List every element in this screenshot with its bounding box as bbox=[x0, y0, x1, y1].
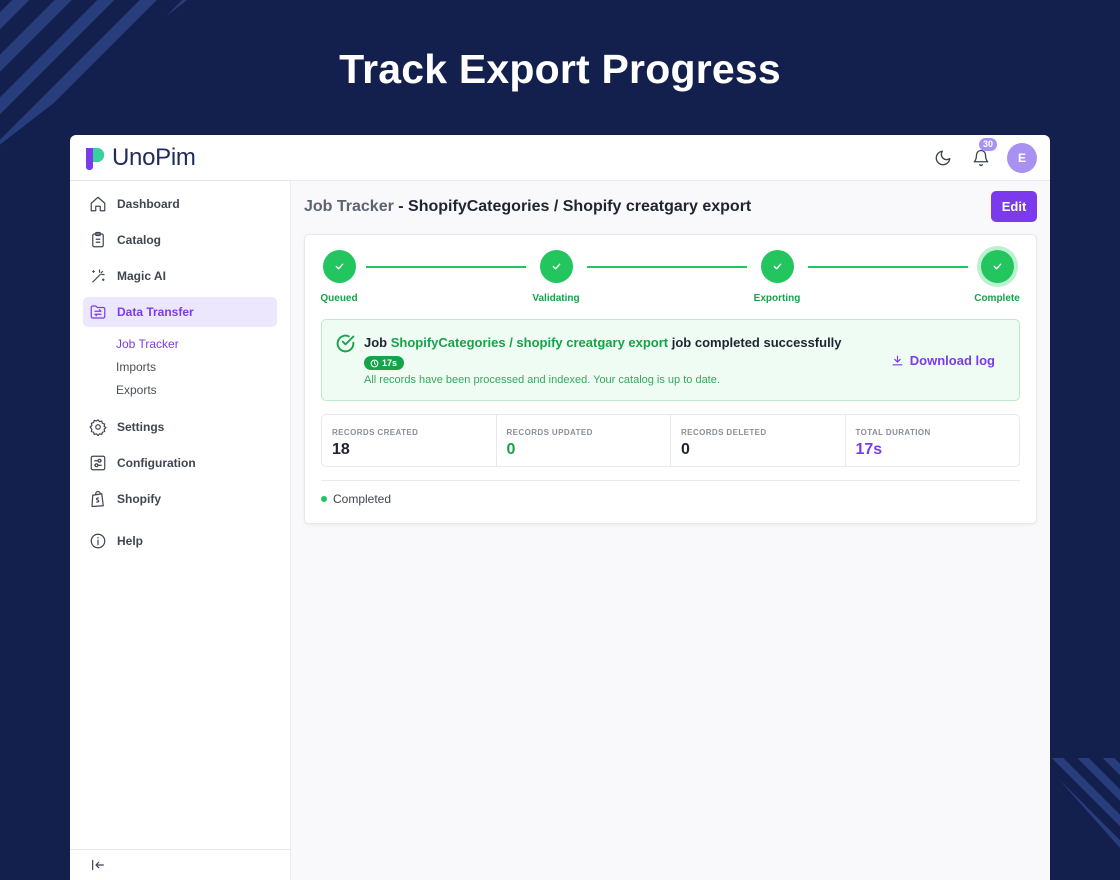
stat-value: 0 bbox=[681, 441, 690, 458]
step-connector bbox=[808, 266, 968, 268]
status-label: Completed bbox=[333, 492, 392, 506]
job-card: Queued Validating Exporting Complete Job… bbox=[304, 234, 1037, 524]
folder-transfer-icon bbox=[90, 305, 106, 319]
sidebar-subitem-imports[interactable]: Imports bbox=[116, 356, 290, 379]
sidebar-item-label: Configuration bbox=[117, 456, 196, 470]
status-dot-icon bbox=[321, 496, 327, 502]
dark-mode-toggle[interactable] bbox=[931, 146, 955, 170]
stat-records-updated: RECORDS UPDATED 0 bbox=[497, 415, 671, 466]
stat-total-duration: TOTAL DURATION 17s bbox=[846, 415, 1020, 466]
collapse-sidebar-icon[interactable] bbox=[90, 857, 106, 873]
notifications-button[interactable]: 30 bbox=[969, 138, 998, 170]
page-title-prefix: Job Tracker bbox=[304, 198, 394, 215]
home-icon bbox=[90, 196, 106, 212]
sidebar-item-label: Dashboard bbox=[117, 197, 180, 211]
decorative-stripes-bottom-right bbox=[1040, 758, 1120, 848]
step-complete: Complete bbox=[967, 250, 1027, 304]
sidebar-item-settings[interactable]: Settings bbox=[83, 412, 277, 442]
stat-records-deleted: RECORDS DELETED 0 bbox=[671, 415, 846, 466]
page-title-separator: - bbox=[393, 198, 409, 215]
step-label: Exporting bbox=[753, 293, 801, 304]
gear-icon bbox=[89, 419, 107, 436]
step-label: Queued bbox=[320, 293, 358, 304]
stat-value: 17s bbox=[855, 441, 883, 458]
sidebar-item-catalog[interactable]: Catalog bbox=[83, 225, 277, 255]
stat-label: RECORDS CREATED bbox=[332, 428, 419, 437]
sidebar: Dashboard Catalog Magic AI Data Transfer… bbox=[70, 181, 291, 880]
sidebar-item-label: Magic AI bbox=[117, 269, 166, 283]
sidebar-subitem-job-tracker[interactable]: Job Tracker bbox=[116, 333, 290, 356]
stat-label: RECORDS UPDATED bbox=[506, 428, 593, 437]
sidebar-item-help[interactable]: Help bbox=[83, 526, 277, 556]
top-bar: UnoPim 30 E bbox=[70, 135, 1050, 181]
sidebar-item-data-transfer[interactable]: Data Transfer bbox=[83, 297, 277, 327]
sidebar-footer bbox=[70, 849, 290, 880]
logo-mark-icon bbox=[83, 145, 108, 170]
sidebar-item-dashboard[interactable]: Dashboard bbox=[83, 189, 277, 219]
step-queued: Queued bbox=[309, 250, 369, 304]
stat-label: TOTAL DURATION bbox=[855, 428, 931, 437]
success-subtext: All records have been processed and inde… bbox=[364, 374, 720, 386]
page-header: Job Tracker - ShopifyCategories / Shopif… bbox=[304, 191, 1037, 223]
stat-value: 18 bbox=[332, 441, 350, 458]
notification-count-badge: 30 bbox=[979, 138, 998, 151]
stat-value: 0 bbox=[506, 441, 516, 458]
user-avatar[interactable]: E bbox=[1007, 143, 1037, 173]
stats-row: RECORDS CREATED 18 RECORDS UPDATED 0 REC… bbox=[321, 414, 1020, 467]
divider bbox=[321, 480, 1020, 481]
check-icon bbox=[335, 263, 343, 270]
sidebar-item-label: Data Transfer bbox=[117, 305, 194, 319]
info-icon bbox=[90, 533, 106, 549]
sliders-icon bbox=[90, 455, 106, 471]
step-exporting: Exporting bbox=[747, 250, 807, 304]
sidebar-item-shopify[interactable]: Shopify bbox=[83, 484, 277, 514]
check-icon bbox=[773, 263, 781, 270]
page-title: Job Tracker - ShopifyCategories / Shopif… bbox=[304, 198, 751, 216]
bell-icon bbox=[973, 149, 989, 167]
success-alert: Job ShopifyCategories / shopify creatgar… bbox=[321, 319, 1020, 401]
hero-title: Track Export Progress bbox=[339, 46, 781, 92]
sidebar-subitem-exports[interactable]: Exports bbox=[116, 379, 290, 402]
success-prefix: Job bbox=[364, 335, 391, 350]
sidebar-item-label: Help bbox=[117, 534, 144, 548]
clipboard-icon bbox=[92, 231, 104, 248]
success-suffix: job completed successfully bbox=[668, 335, 842, 350]
step-label: Complete bbox=[974, 293, 1020, 304]
job-status: Completed bbox=[321, 492, 391, 506]
check-icon bbox=[552, 263, 560, 270]
edit-button[interactable]: Edit bbox=[991, 191, 1037, 222]
app-window: UnoPim 30 E Dashboard Catalog Magic AI D… bbox=[70, 135, 1050, 880]
step-connector bbox=[587, 266, 747, 268]
success-job-name: ShopifyCategories / shopify creatgary ex… bbox=[390, 335, 669, 350]
sidebar-item-configuration[interactable]: Configuration bbox=[83, 448, 277, 478]
stat-records-created: RECORDS CREATED 18 bbox=[322, 415, 497, 466]
duration-badge: 17s bbox=[364, 356, 405, 370]
download-icon bbox=[892, 355, 903, 366]
sidebar-item-label: Settings bbox=[117, 420, 165, 434]
sidebar-item-label: Shopify bbox=[117, 492, 161, 506]
main-content: Job Tracker - ShopifyCategories / Shopif… bbox=[291, 181, 1050, 880]
sidebar-item-label: Catalog bbox=[117, 233, 162, 247]
check-circle-icon bbox=[336, 334, 355, 353]
stat-label: RECORDS DELETED bbox=[681, 428, 767, 437]
page-title-job: ShopifyCategories / Shopify creatgary ex… bbox=[408, 198, 752, 215]
sidebar-item-magic-ai[interactable]: Magic AI bbox=[83, 261, 277, 291]
logo-text: UnoPim bbox=[112, 143, 196, 171]
step-label: Validating bbox=[532, 293, 580, 304]
magic-wand-icon bbox=[92, 269, 105, 283]
success-message-line: Job ShopifyCategories / shopify creatgar… bbox=[364, 335, 842, 350]
moon-icon bbox=[935, 150, 951, 166]
shopify-bag-icon bbox=[91, 490, 104, 508]
download-log-link[interactable]: Download log bbox=[891, 353, 995, 368]
download-log-label: Download log bbox=[909, 353, 995, 368]
check-icon bbox=[993, 263, 1001, 270]
duration-text: 17s bbox=[382, 358, 398, 368]
step-validating: Validating bbox=[526, 250, 586, 304]
step-connector bbox=[366, 266, 526, 268]
logo[interactable]: UnoPim bbox=[83, 144, 196, 172]
clock-icon bbox=[370, 359, 379, 367]
